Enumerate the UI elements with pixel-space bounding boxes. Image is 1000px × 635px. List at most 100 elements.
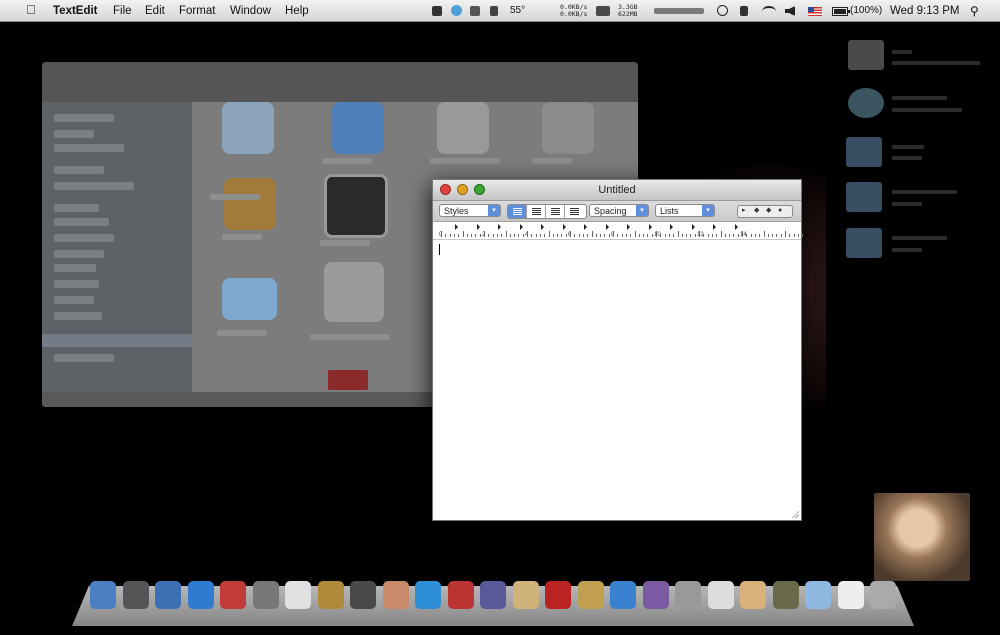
dock-app-icon[interactable] [837,581,864,609]
dock-app-icon[interactable] [805,581,831,609]
menu-extra-icon[interactable] [432,6,442,16]
desktop-folder-icon[interactable] [846,137,882,167]
status-memory[interactable]: 3.3GB 622MB [618,4,638,18]
document-text-area[interactable] [433,240,801,520]
tab-stop-marker[interactable] [670,224,673,230]
lists-popup[interactable]: Lists ▾ [655,204,715,217]
tab-left-icon[interactable]: ▸ [742,207,746,215]
tab-stop-marker[interactable] [691,224,695,230]
dock-app-icon[interactable] [415,581,441,609]
dock-app-icon[interactable] [252,581,279,609]
status-graph-icon[interactable] [654,8,704,14]
tab-decimal-icon[interactable]: ● [778,207,782,215]
tab-stop-marker[interactable] [562,224,566,230]
dock-app-icon[interactable] [90,581,116,609]
tab-stop-marker[interactable] [498,224,501,230]
menu-app-name[interactable]: TextEdit [53,4,98,18]
resize-handle[interactable] [791,510,799,518]
dock-app-icon[interactable] [350,581,376,609]
input-source-flag-icon[interactable] [808,7,822,16]
dock-app-icon[interactable] [707,581,734,609]
menu-clock[interactable]: Wed 9:13 PM [890,4,959,18]
finder-app-icon [222,102,274,154]
status-globe-icon[interactable] [451,5,462,16]
dock-app-icon[interactable] [545,581,571,609]
ruler-tick [763,231,765,237]
ruler-tick [441,231,442,237]
desktop-photo-thumbnail[interactable] [874,493,970,581]
dock-app-icon[interactable] [447,581,474,609]
ruler-tick [522,234,524,237]
dock-app-icon[interactable] [187,581,214,609]
dock-app-icon[interactable] [740,581,766,609]
text-cursor [439,244,440,255]
tab-stop-marker[interactable] [519,224,523,230]
tab-stop-marker[interactable] [584,224,587,230]
status-cpu-icon[interactable] [596,6,610,16]
status-network-rates[interactable]: 0.0KB/s 0.0KB/s [560,4,587,18]
finder-app-icon [542,102,594,154]
dock-app-icon[interactable] [577,581,604,609]
dock-app-icon[interactable] [285,581,311,609]
tab-stop-marker[interactable] [455,224,458,230]
dock-app-icon[interactable] [317,581,344,609]
styles-popup[interactable]: Styles ▾ [439,204,501,217]
ruler-tick [539,234,541,237]
dock-app-icon[interactable] [870,581,896,609]
desktop-disk-icon[interactable] [848,88,884,118]
status-gear-icon[interactable] [490,6,498,16]
dock-app-icon[interactable] [610,581,636,609]
finder-app-icon [328,370,368,390]
align-right-button[interactable] [565,205,584,218]
dock-app-icon[interactable] [512,581,539,609]
battery-icon[interactable] [832,7,850,16]
menu-help[interactable]: Help [285,4,309,18]
bluetooth-icon[interactable] [740,6,748,16]
dock-app-icon[interactable] [675,581,701,609]
tab-stop-marker[interactable] [713,224,716,230]
tab-stop-marker[interactable] [541,224,544,230]
menu-window[interactable]: Window [230,4,271,18]
align-left-button[interactable] [508,205,527,218]
ruler-tick [625,234,627,237]
spotlight-search-icon[interactable]: ⚲ [970,4,979,18]
align-center-icon [532,208,541,215]
battery-percent[interactable]: (100%) [850,4,882,18]
desktop-folder-icon[interactable] [846,228,882,258]
ruler-tick [604,234,606,237]
dock-app-icon[interactable] [642,581,669,609]
dock-app-icon[interactable] [772,581,799,609]
desktop-folder-icon[interactable] [846,182,882,212]
dock-app-icon[interactable] [382,581,409,609]
ruler-tick [716,234,718,237]
finder-app-icon [437,102,489,154]
menu-format[interactable]: Format [179,4,215,18]
desktop-item-icon[interactable] [848,40,884,70]
menu-edit[interactable]: Edit [145,4,165,18]
dock-app-icon[interactable] [155,581,181,609]
ruler[interactable]: 0 2 4 6 8 10 12 14 [433,222,804,240]
volume-icon[interactable] [785,6,795,16]
tab-stop-marker[interactable] [648,224,652,230]
tab-stop-marker[interactable] [476,224,480,230]
menu-file[interactable]: File [113,4,132,18]
status-app-icon[interactable] [470,6,480,16]
tab-center-icon[interactable]: ◆ [754,207,759,215]
textedit-titlebar[interactable]: Untitled [433,180,801,201]
tab-stop-marker[interactable] [627,224,630,230]
tab-stop-marker[interactable] [605,224,609,230]
align-center-button[interactable] [527,205,546,218]
wifi-icon[interactable] [762,6,776,17]
align-justify-button[interactable] [546,205,565,218]
status-temperature[interactable]: 55° [510,4,525,18]
ruler-tick [785,231,786,237]
spacing-popup[interactable]: Spacing ▾ [589,204,649,217]
tab-right-icon[interactable]: ◆ [766,207,771,215]
dock-app-icon[interactable] [122,581,149,609]
tab-stop-control[interactable]: ▸ ◆ ◆ ● [737,205,793,218]
apple-menu-icon[interactable]:  [26,3,38,17]
dock-app-icon[interactable] [220,581,246,609]
dock-app-icon[interactable] [480,581,506,609]
tab-stop-marker[interactable] [734,224,738,230]
time-machine-icon[interactable] [717,5,728,16]
